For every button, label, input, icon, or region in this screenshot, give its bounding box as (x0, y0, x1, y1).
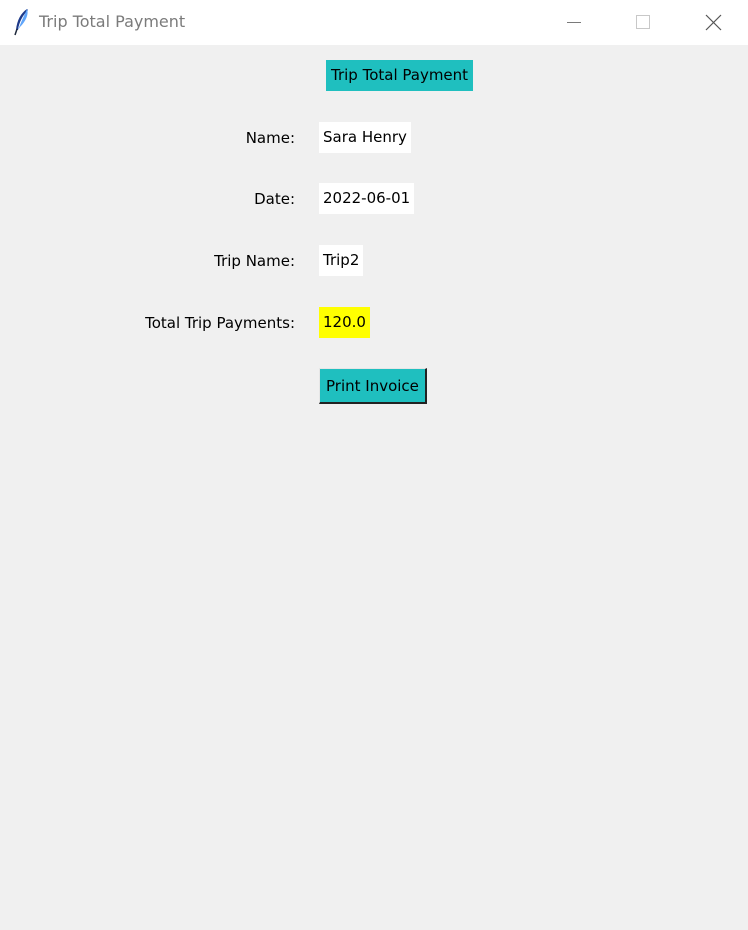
close-button[interactable] (690, 0, 736, 45)
total-payments-value: 120.0 (319, 307, 370, 338)
form-area: Trip Total Payment Name: Sara Henry Date… (0, 45, 748, 930)
name-value: Sara Henry (319, 122, 411, 153)
date-value: 2022-06-01 (319, 183, 415, 214)
trip-name-value: Trip2 (319, 245, 364, 276)
date-label: Date: (254, 190, 295, 208)
total-payments-label: Total Trip Payments: (145, 314, 295, 332)
title-bar[interactable]: Trip Total Payment (0, 0, 748, 45)
app-window: Trip Total Payment Trip Total Payment Na… (0, 0, 748, 930)
maximize-button[interactable] (620, 0, 666, 45)
window-title: Trip Total Payment (39, 12, 186, 31)
print-invoice-button[interactable]: Print Invoice (319, 368, 427, 404)
feather-icon (12, 8, 32, 36)
form-heading: Trip Total Payment (326, 60, 474, 91)
minimize-button[interactable] (551, 0, 597, 45)
trip-name-label: Trip Name: (214, 252, 295, 270)
name-label: Name: (245, 129, 295, 147)
